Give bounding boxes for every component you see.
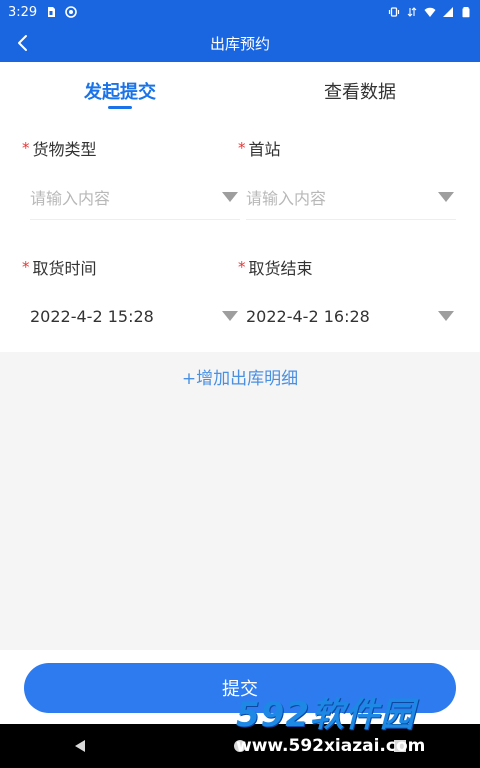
status-time: 3:29 [8, 4, 38, 20]
submit-button[interactable]: 提交 [24, 663, 456, 713]
tab-submit[interactable]: 发起提交 [0, 62, 240, 118]
data-arrows-icon [407, 7, 417, 17]
nav-recents-button[interactable] [378, 724, 422, 768]
bottom-action-area: 提交 [0, 650, 480, 724]
wifi-icon [424, 7, 436, 17]
app-bar: 出库预约 [0, 24, 480, 62]
nav-home-circle-icon [234, 740, 246, 752]
dropdown-triangle-icon [438, 191, 454, 202]
pickup-time-value: 2022-4-2 15:28 [30, 306, 154, 326]
first-station-placeholder: 请输入内容 [246, 188, 327, 208]
sync-icon [65, 6, 78, 18]
field-pickup-time: * 取货时间 2022-4-2 15:28 [22, 255, 240, 326]
add-outbound-detail-link[interactable]: +增加出库明细 [0, 364, 480, 389]
status-right [388, 6, 472, 18]
dropdown-triangle-icon [222, 191, 238, 202]
status-left: 3:29 [8, 4, 78, 20]
pickup-time-picker[interactable]: 2022-4-2 15:28 [30, 293, 240, 339]
back-button[interactable] [8, 28, 38, 58]
signal-icon [443, 7, 453, 17]
nav-home-button[interactable] [218, 724, 262, 768]
first-station-select[interactable]: 请输入内容 [246, 174, 456, 220]
pickup-end-value: 2022-4-2 16:28 [246, 306, 370, 326]
tab-active-indicator [108, 106, 132, 109]
nav-recents-square-icon [394, 740, 406, 752]
field-label-text: 货物类型 [32, 140, 97, 159]
nav-back-triangle-icon [75, 740, 85, 752]
nav-back-button[interactable] [58, 724, 102, 768]
field-cargo-type: * 货物类型 请输入内容 [22, 136, 240, 220]
page-title: 出库预约 [209, 34, 270, 53]
tab-view-data[interactable]: 查看数据 [240, 62, 480, 118]
form-panel: 发起提交 查看数据 * 货物类型 请输入内容 * 首站 请输入内容 * 取货时间 [0, 62, 480, 352]
required-mark: * [22, 258, 30, 276]
sim-card-icon [48, 7, 56, 17]
vibrate-icon [388, 7, 400, 17]
field-label: * 货物类型 [22, 136, 240, 160]
cargo-type-select[interactable]: 请输入内容 [30, 174, 240, 220]
chevron-left-icon [18, 35, 27, 51]
field-label-text: 取货结束 [248, 259, 313, 278]
dropdown-triangle-icon [438, 311, 454, 321]
field-label: * 首站 [238, 136, 456, 160]
field-label-text: 首站 [248, 140, 281, 159]
status-bar: 3:29 [0, 0, 480, 24]
cargo-type-placeholder: 请输入内容 [30, 188, 111, 208]
battery-icon [462, 7, 470, 18]
required-mark: * [22, 139, 30, 157]
system-nav-bar [0, 724, 480, 768]
field-first-station: * 首站 请输入内容 [238, 136, 456, 220]
field-label-text: 取货时间 [32, 259, 97, 278]
tab-bar: 发起提交 查看数据 [0, 62, 480, 118]
dropdown-triangle-icon [222, 311, 238, 321]
field-label: * 取货时间 [22, 255, 240, 279]
required-mark: * [238, 139, 246, 157]
field-pickup-end: * 取货结束 2022-4-2 16:28 [238, 255, 456, 326]
required-mark: * [238, 258, 246, 276]
pickup-end-picker[interactable]: 2022-4-2 16:28 [246, 293, 456, 339]
field-label: * 取货结束 [238, 255, 456, 279]
